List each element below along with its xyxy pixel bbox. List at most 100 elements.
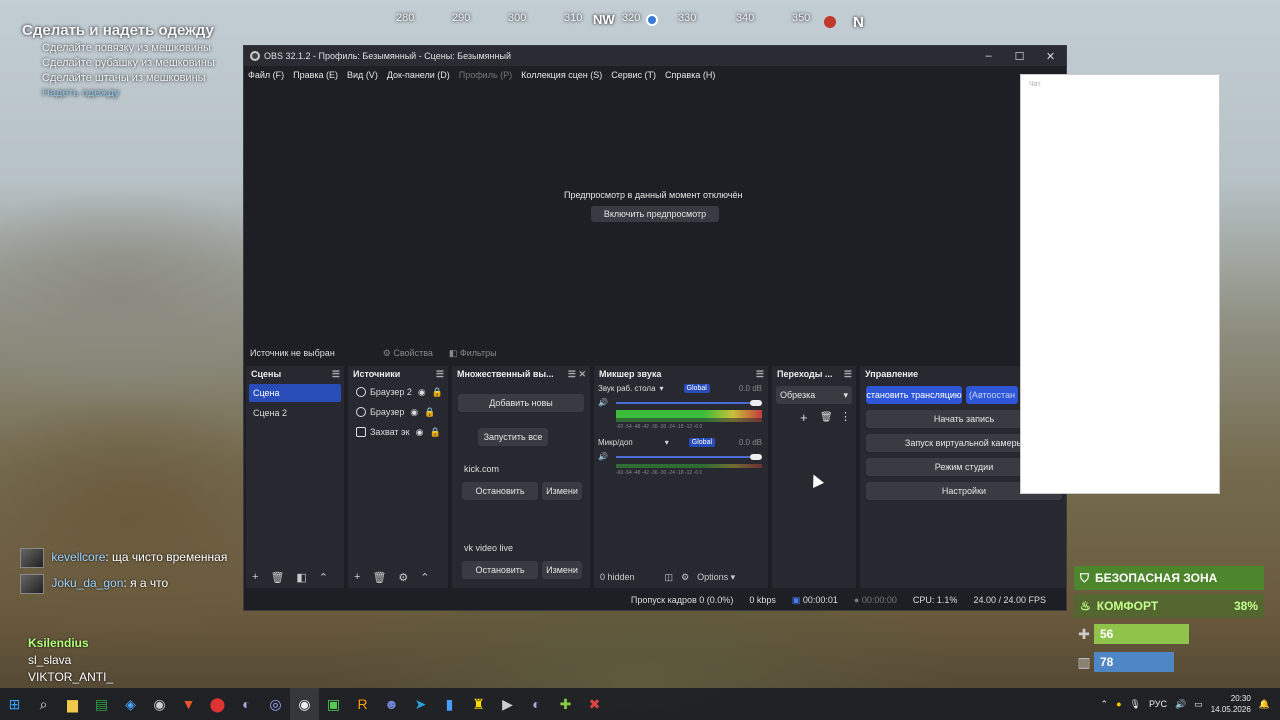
lock-icon[interactable]: 🔒 — [432, 387, 443, 398]
scene-item[interactable]: Сцена — [249, 384, 341, 402]
filter-icon[interactable]: ◧ — [296, 571, 306, 584]
volume-slider[interactable] — [616, 456, 756, 458]
eye-icon[interactable]: ◉ — [416, 427, 424, 438]
dock-menu-icon[interactable]: ☰ — [756, 369, 764, 380]
dock-menu-icon[interactable]: ☰ — [332, 369, 340, 380]
network-icon[interactable]: ▭ — [1194, 699, 1203, 710]
app-icon[interactable]: ◎ — [261, 688, 290, 720]
trash-icon[interactable]: 🗑 — [372, 571, 386, 584]
minimize-icon[interactable]: – — [973, 50, 1004, 63]
chat-window[interactable]: Чат — [1020, 74, 1220, 494]
obs-taskbar-icon[interactable]: ◉ — [290, 688, 319, 720]
app-icon[interactable]: ◉ — [145, 688, 174, 720]
gear-icon[interactable]: ⚙ — [681, 572, 689, 583]
gear-icon[interactable]: ⚙ — [398, 571, 408, 584]
volume-slider[interactable] — [616, 402, 756, 404]
chevron-down-icon[interactable]: ▾ — [660, 384, 664, 393]
clock[interactable]: 20:30 14.05.2026 — [1211, 693, 1251, 715]
windows-start-icon[interactable]: ⊞ — [0, 688, 29, 720]
add-output-button[interactable]: Добавить новы — [458, 394, 584, 412]
close-icon[interactable]: ✕ — [1035, 50, 1066, 63]
poi-icon — [824, 16, 836, 28]
source-item[interactable]: Браузер 2 ◉ 🔒 — [348, 382, 448, 402]
transition-select[interactable]: Обрезка ▾ — [776, 386, 852, 404]
discord-icon[interactable]: ☻ — [377, 688, 406, 720]
stop-stream-button[interactable]: становить трансляцию — [866, 386, 962, 404]
add-icon[interactable]: + — [354, 571, 360, 583]
maximize-icon[interactable]: ☐ — [1004, 50, 1035, 63]
trash-icon[interactable]: 🗑 — [820, 412, 833, 423]
menu-edit[interactable]: Правка (E) — [293, 70, 338, 80]
telegram-icon[interactable]: ➤ — [406, 688, 435, 720]
marker-icon — [646, 14, 658, 26]
flame-icon: ♨ — [1080, 599, 1091, 613]
menu-help[interactable]: Справка (H) — [665, 70, 715, 80]
volume-knob[interactable] — [750, 454, 762, 460]
stop-output-button[interactable]: Остановить — [462, 561, 538, 579]
app-icon[interactable]: ✖ — [580, 688, 609, 720]
speaker-icon[interactable]: 🔊 — [598, 398, 608, 407]
no-source-label: Источник не выбран — [250, 348, 335, 358]
multistream-dock: Множественный вы... ☰ ✕ Добавить новы Зап… — [452, 366, 590, 588]
steam-icon[interactable]: ◐ — [232, 688, 261, 720]
add-icon[interactable]: + — [800, 410, 808, 425]
source-item[interactable]: Браузер ◉ 🔒 — [348, 402, 448, 422]
chevron-down-icon[interactable]: ▾ — [665, 438, 669, 447]
steam-icon[interactable]: ◐ — [522, 688, 551, 720]
menu-view[interactable]: Вид (V) — [347, 70, 378, 80]
more-icon[interactable]: ⋮ — [840, 410, 851, 423]
store-icon[interactable]: ◈ — [116, 688, 145, 720]
notification-icon[interactable]: 🔔 — [1259, 699, 1270, 710]
dock-menu-icon[interactable]: ☰ ✕ — [568, 369, 586, 380]
app-icon[interactable]: ▣ — [319, 688, 348, 720]
source-item[interactable]: Захват эк ◉ 🔒 — [348, 422, 448, 442]
lock-icon[interactable]: 🔒 — [429, 427, 440, 438]
app-icon[interactable]: ▶ — [493, 688, 522, 720]
microphone-icon[interactable]: 🎙 — [1130, 699, 1141, 710]
scene-item[interactable]: Сцена 2 — [249, 404, 341, 422]
eye-icon[interactable]: ◉ — [418, 387, 426, 398]
tray-icon[interactable]: ● — [1116, 699, 1121, 709]
menu-file[interactable]: Файл (F) — [248, 70, 284, 80]
edit-output-button[interactable]: Измени — [542, 561, 582, 579]
options-button[interactable]: Options ▾ — [697, 572, 735, 583]
chevron-up-icon[interactable]: ⌃ — [319, 571, 328, 584]
folder-icon[interactable]: ▆ — [58, 688, 87, 720]
filters-button[interactable]: ◧ Фильтры — [449, 348, 497, 359]
menu-scene-collection[interactable]: Коллекция сцен (S) — [521, 70, 602, 80]
menu-tools[interactable]: Сервис (T) — [611, 70, 656, 80]
app-icon[interactable]: ♜ — [464, 688, 493, 720]
start-all-button[interactable]: Запустить все — [478, 428, 548, 446]
enable-preview-button[interactable]: Включить предпросмотр — [591, 206, 719, 222]
dock-menu-icon[interactable]: ☰ — [844, 369, 852, 380]
search-icon[interactable]: ⌕ — [29, 688, 58, 720]
hidden-count[interactable]: 0 hidden — [600, 572, 635, 582]
app-icon[interactable]: ✚ — [551, 688, 580, 720]
menu-docks[interactable]: Док-панели (D) — [387, 70, 450, 80]
layout-icon[interactable]: ◫ — [665, 572, 674, 583]
global-badge: Global — [688, 438, 716, 447]
lock-icon[interactable]: 🔒 — [424, 407, 435, 418]
obs-titlebar[interactable]: OBS 32.1.2 - Профиль: Безымянный - Сцены… — [244, 46, 1066, 66]
speaker-icon[interactable]: 🔊 — [598, 452, 608, 461]
chat-window-title: Чат — [1029, 81, 1041, 88]
eye-icon[interactable]: ◉ — [410, 407, 418, 418]
volume-icon[interactable]: 🔊 — [1175, 699, 1186, 710]
stop-output-button[interactable]: Остановить — [462, 482, 538, 500]
properties-button[interactable]: ⚙ Свойства — [383, 348, 433, 359]
volume-knob[interactable] — [750, 400, 762, 406]
language-indicator[interactable]: РУС — [1149, 699, 1167, 709]
menu-profile[interactable]: Профиль (P) — [459, 70, 512, 80]
record-app-icon[interactable]: ⬤ — [203, 688, 232, 720]
dock-menu-icon[interactable]: ☰ — [436, 369, 444, 380]
chart-app-icon[interactable]: ▮ — [435, 688, 464, 720]
brave-icon[interactable]: ▼ — [174, 688, 203, 720]
chevron-up-icon[interactable]: ⌃ — [1101, 699, 1109, 710]
add-icon[interactable]: + — [252, 571, 258, 583]
auto-stop-button[interactable]: (Автоостан — [966, 386, 1018, 404]
trash-icon[interactable]: 🗑 — [270, 571, 284, 584]
spreadsheet-icon[interactable]: ▤ — [87, 688, 116, 720]
app-icon[interactable]: R — [348, 688, 377, 720]
chevron-up-icon[interactable]: ⌃ — [420, 571, 429, 584]
edit-output-button[interactable]: Измени — [542, 482, 582, 500]
